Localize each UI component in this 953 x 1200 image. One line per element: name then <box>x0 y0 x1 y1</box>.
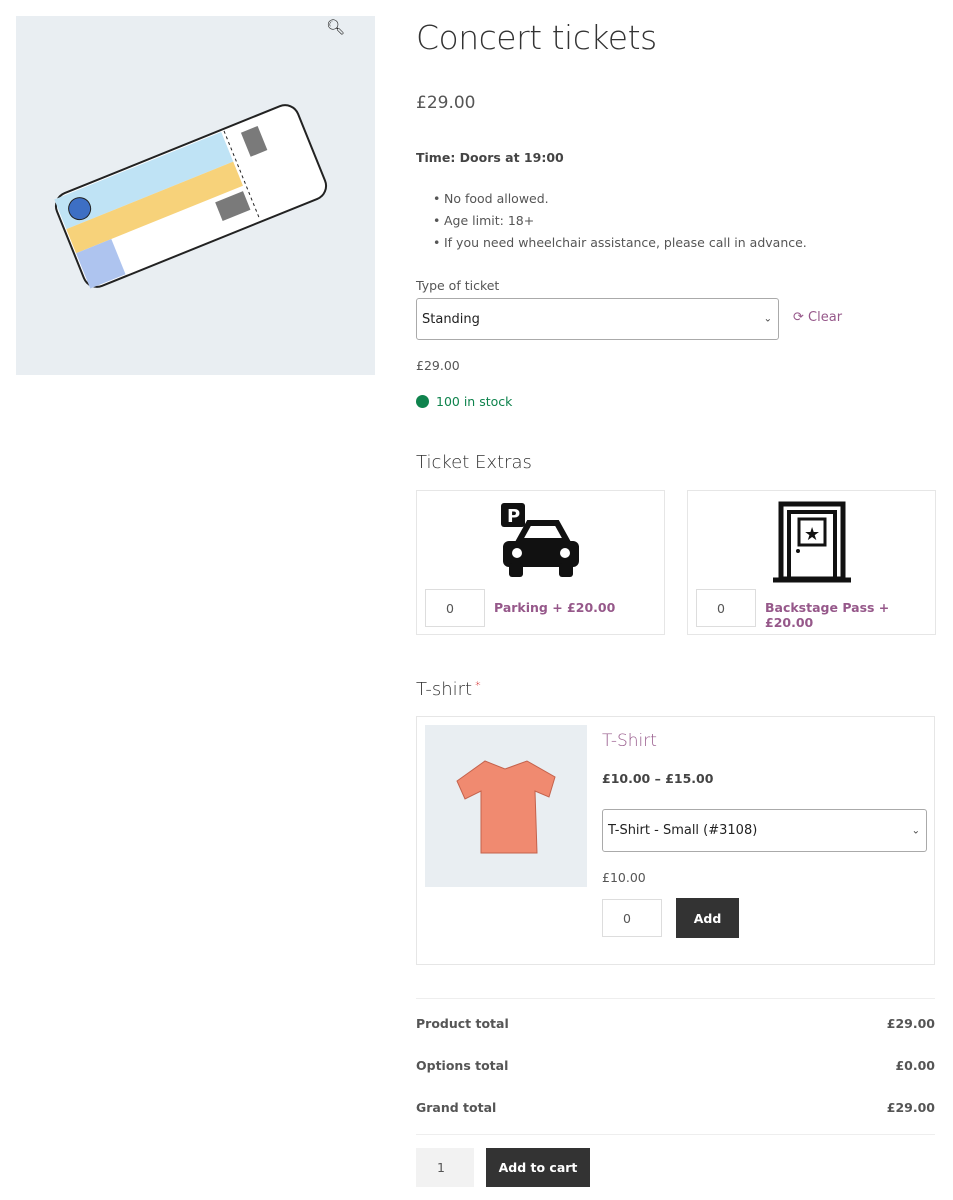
svg-text:★: ★ <box>804 524 820 545</box>
selected-value: Standing <box>422 311 480 327</box>
ticket-type-label: Type of ticket <box>416 278 500 293</box>
tshirt-name-link[interactable]: T-Shirt <box>602 731 657 751</box>
tshirt-card: T-Shirt £10.00 – £15.00 T-Shirt - Small … <box>416 716 935 965</box>
parking-qty-input[interactable]: 0 <box>425 589 485 627</box>
list-item: Age limit: 18+ <box>433 213 807 235</box>
product-price: £29.00 <box>416 93 476 113</box>
chevron-down-icon: ⌄ <box>911 825 920 836</box>
total-value: £29.00 <box>886 1016 935 1031</box>
event-time: Time: Doors at 19:00 <box>416 150 564 165</box>
chevron-down-icon: ⌄ <box>763 313 772 325</box>
total-value: £29.00 <box>886 1100 935 1115</box>
tshirt-illustration <box>456 760 556 854</box>
smile-icon <box>416 395 429 408</box>
selected-value: T-Shirt - Small (#3108) <box>608 823 758 838</box>
tshirt-variant-select[interactable]: T-Shirt - Small (#3108) ⌄ <box>602 809 927 852</box>
product-title: Concert tickets <box>416 18 657 57</box>
ticket-type-select[interactable]: Standing ⌄ <box>416 298 779 340</box>
total-label: Product total <box>416 1016 509 1031</box>
tshirt-image[interactable] <box>425 725 587 887</box>
parking-label[interactable]: Parking + £20.00 <box>494 600 615 615</box>
extra-parking-card: P 0 Parking + £20.00 <box>416 490 665 635</box>
ticket-illustration <box>54 104 328 289</box>
divider <box>416 998 935 999</box>
stock-text: 100 in stock <box>436 394 513 409</box>
variation-price: £29.00 <box>416 358 460 373</box>
clear-label: Clear <box>808 310 843 325</box>
tshirt-heading-text: T-shirt <box>416 679 473 700</box>
extras-heading: Ticket Extras <box>416 452 532 473</box>
add-to-cart-button[interactable]: Add to cart <box>486 1148 590 1187</box>
total-value: £0.00 <box>895 1058 935 1073</box>
refresh-icon: ⟳ <box>793 310 804 325</box>
product-image[interactable] <box>16 16 375 375</box>
backstage-qty-input[interactable]: 0 <box>696 589 756 627</box>
tshirt-heading: T-shirt * <box>416 679 481 700</box>
car-parking-icon: P <box>501 503 579 577</box>
stock-status: 100 in stock <box>416 394 512 409</box>
tshirt-price-range: £10.00 – £15.00 <box>602 771 714 786</box>
backstage-label[interactable]: Backstage Pass + £20.00 <box>765 600 935 630</box>
tshirt-add-button[interactable]: Add <box>676 898 739 938</box>
list-item: No food allowed. <box>433 191 807 213</box>
product-total-row: Product total £29.00 <box>416 1016 935 1031</box>
total-label: Grand total <box>416 1100 497 1115</box>
backstage-door-icon: ★ <box>773 501 851 583</box>
product-notes: No food allowed. Age limit: 18+ If you n… <box>433 191 807 257</box>
tshirt-price: £10.00 <box>602 870 646 885</box>
clear-button[interactable]: ⟳ Clear <box>793 310 842 325</box>
list-item: If you need wheelchair assistance, pleas… <box>433 235 807 257</box>
cart-qty-input[interactable]: 1 <box>416 1148 474 1187</box>
zoom-icon[interactable]: 🔍︎ <box>326 18 345 36</box>
required-marker: * <box>475 679 481 692</box>
divider <box>416 1134 935 1135</box>
extra-backstage-card: ★ 0 Backstage Pass + £20.00 <box>687 490 936 635</box>
options-total-row: Options total £0.00 <box>416 1058 935 1073</box>
svg-text:P: P <box>507 506 520 527</box>
total-label: Options total <box>416 1058 509 1073</box>
grand-total-row: Grand total £29.00 <box>416 1100 935 1115</box>
tshirt-qty-input[interactable]: 0 <box>602 899 662 937</box>
